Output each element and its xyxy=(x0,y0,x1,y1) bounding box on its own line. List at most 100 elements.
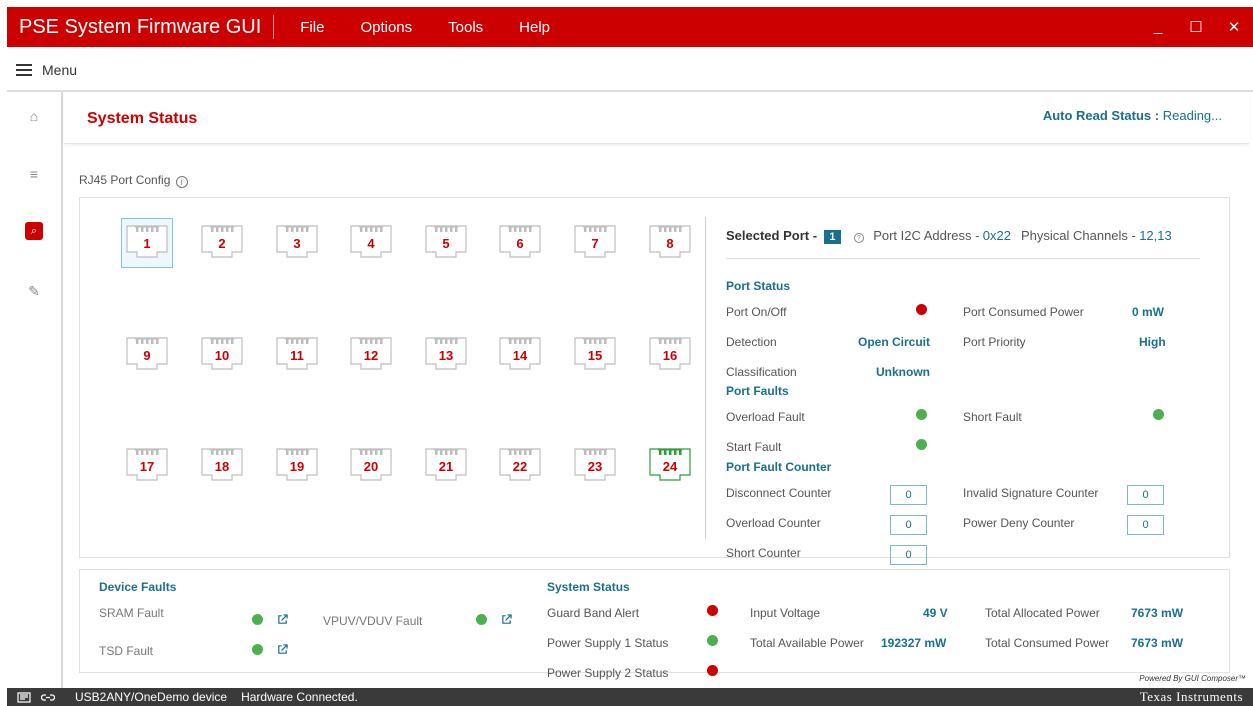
overload-fault-indicator xyxy=(916,409,927,420)
port-on-off-label: Port On/Off xyxy=(726,305,787,319)
external-link-icon[interactable] xyxy=(501,614,512,625)
port-number: 13 xyxy=(438,348,454,363)
sram-fault-label: SRAM Fault xyxy=(99,606,164,620)
short-fault-indicator xyxy=(1153,409,1164,420)
port-number: 11 xyxy=(290,348,304,363)
port-9[interactable]: 9 xyxy=(125,334,169,370)
menu-tools[interactable]: Tools xyxy=(430,19,501,36)
overload-fault-label: Overload Fault xyxy=(726,410,805,424)
total-available-label: Total Available Power xyxy=(750,636,864,650)
detection-value: Open Circuit xyxy=(858,335,931,349)
maximize-button[interactable]: ☐ xyxy=(1177,18,1215,36)
port-number: 12 xyxy=(363,348,379,363)
overload-counter-label: Overload Counter xyxy=(726,516,821,530)
power-supply-2-label: Power Supply 2 Status xyxy=(547,666,669,680)
port-number: 20 xyxy=(363,459,379,474)
selected-port-badge: 1 xyxy=(824,230,841,244)
port-19[interactable]: 19 xyxy=(275,445,319,481)
consumed-power-label: Port Consumed Power xyxy=(963,305,1084,319)
minimize-button[interactable]: _ xyxy=(1139,18,1177,36)
port-22[interactable]: 22 xyxy=(498,445,542,481)
selected-port-label: Selected Port - xyxy=(726,228,818,243)
title-separator xyxy=(273,15,275,39)
port-6[interactable]: 6 xyxy=(498,222,542,258)
port-7[interactable]: 7 xyxy=(573,222,617,258)
title-bar: PSE System Firmware GUI File Options Too… xyxy=(7,7,1253,47)
port-20[interactable]: 20 xyxy=(349,445,393,481)
menu-options[interactable]: Options xyxy=(342,19,430,36)
overload-counter-field[interactable]: 0 xyxy=(890,515,927,535)
physical-channels-value: 12,13 xyxy=(1139,228,1172,243)
power-deny-counter-field[interactable]: 0 xyxy=(1127,515,1164,535)
details-divider xyxy=(726,258,1200,259)
total-allocated-label: Total Allocated Power xyxy=(985,606,1100,620)
menu-toggle[interactable]: Menu xyxy=(16,52,77,88)
vpuv-fault-label: VPUV/VDUV Fault xyxy=(323,614,423,628)
device-faults-heading: Device Faults xyxy=(99,580,177,594)
port-priority-value: High xyxy=(1139,335,1166,349)
home-icon[interactable]: ⌂ xyxy=(25,107,43,125)
short-counter-field[interactable]: 0 xyxy=(890,545,927,565)
auto-read-label: Auto Read Status : xyxy=(1042,108,1160,123)
port-12[interactable]: 12 xyxy=(349,334,393,370)
vpuv-fault-indicator xyxy=(476,614,487,625)
info-icon[interactable]: i xyxy=(175,176,188,188)
port-15[interactable]: 15 xyxy=(573,334,617,370)
sliders-icon[interactable]: ≡ xyxy=(25,165,43,183)
menu-file[interactable]: File xyxy=(282,19,342,36)
search-icon[interactable]: ⌕ xyxy=(25,222,43,240)
selected-port-header: Selected Port - 1 ? Port I2C Address - 0… xyxy=(726,228,1172,244)
port-24[interactable]: 24 xyxy=(648,445,692,481)
port-2[interactable]: 2 xyxy=(200,222,244,258)
port-13[interactable]: 13 xyxy=(424,334,468,370)
port-priority-label: Port Priority xyxy=(963,335,1026,349)
port-17[interactable]: 17 xyxy=(125,445,169,481)
auto-read-value: Reading... xyxy=(1162,108,1222,123)
port-4[interactable]: 4 xyxy=(349,222,393,258)
port-23[interactable]: 23 xyxy=(573,445,617,481)
detection-label: Detection xyxy=(726,335,777,349)
classification-label: Classification xyxy=(726,365,797,379)
port-number: 17 xyxy=(139,459,155,474)
port-number: 4 xyxy=(367,236,375,251)
menu-help[interactable]: Help xyxy=(501,19,568,36)
total-available-value: 192327 mW xyxy=(881,636,947,650)
edit-icon[interactable]: ✎ xyxy=(25,282,43,300)
window-controls: _ ☐ ✕ xyxy=(1139,18,1253,36)
help-icon[interactable]: ? xyxy=(853,233,864,243)
external-link-icon[interactable] xyxy=(277,614,288,625)
consumed-power-value: 0 mW xyxy=(1132,305,1165,319)
invalid-signature-counter-field[interactable]: 0 xyxy=(1127,485,1164,505)
port-number: 21 xyxy=(438,459,454,474)
port-10[interactable]: 10 xyxy=(200,334,244,370)
auto-read-status: Auto Read Status : Reading... xyxy=(1043,108,1222,123)
port-number: 22 xyxy=(512,459,528,474)
port-11[interactable]: 11 xyxy=(275,334,319,370)
section-label: RJ45 Port Config i xyxy=(79,173,188,188)
port-5[interactable]: 5 xyxy=(424,222,468,258)
port-16[interactable]: 16 xyxy=(648,334,692,370)
port-number: 3 xyxy=(293,236,301,251)
guard-band-indicator xyxy=(707,605,718,616)
port-1[interactable]: 1 xyxy=(121,218,173,268)
input-voltage-label: Input Voltage xyxy=(750,606,821,620)
external-link-icon[interactable] xyxy=(277,644,288,655)
tsd-fault-label: TSD Fault xyxy=(99,644,154,658)
system-status-heading: System Status xyxy=(547,580,630,594)
disconnect-counter-field[interactable]: 0 xyxy=(890,485,927,505)
port-18[interactable]: 18 xyxy=(200,445,244,481)
link-icon[interactable] xyxy=(41,692,55,703)
port-8[interactable]: 8 xyxy=(648,222,692,258)
sram-fault-indicator xyxy=(252,614,263,625)
fault-counter-heading: Port Fault Counter xyxy=(726,460,832,474)
port-21[interactable]: 21 xyxy=(424,445,468,481)
i2c-address-label: Port I2C Address - xyxy=(873,228,980,243)
port-number: 19 xyxy=(289,459,305,474)
close-button[interactable]: ✕ xyxy=(1215,18,1253,36)
port-number: 23 xyxy=(587,459,603,474)
port-3[interactable]: 3 xyxy=(275,222,319,258)
port-14[interactable]: 14 xyxy=(498,334,542,370)
device-icon[interactable] xyxy=(17,691,31,703)
total-consumed-label: Total Consumed Power xyxy=(985,636,1110,650)
input-voltage-value: 49 V xyxy=(923,606,948,620)
